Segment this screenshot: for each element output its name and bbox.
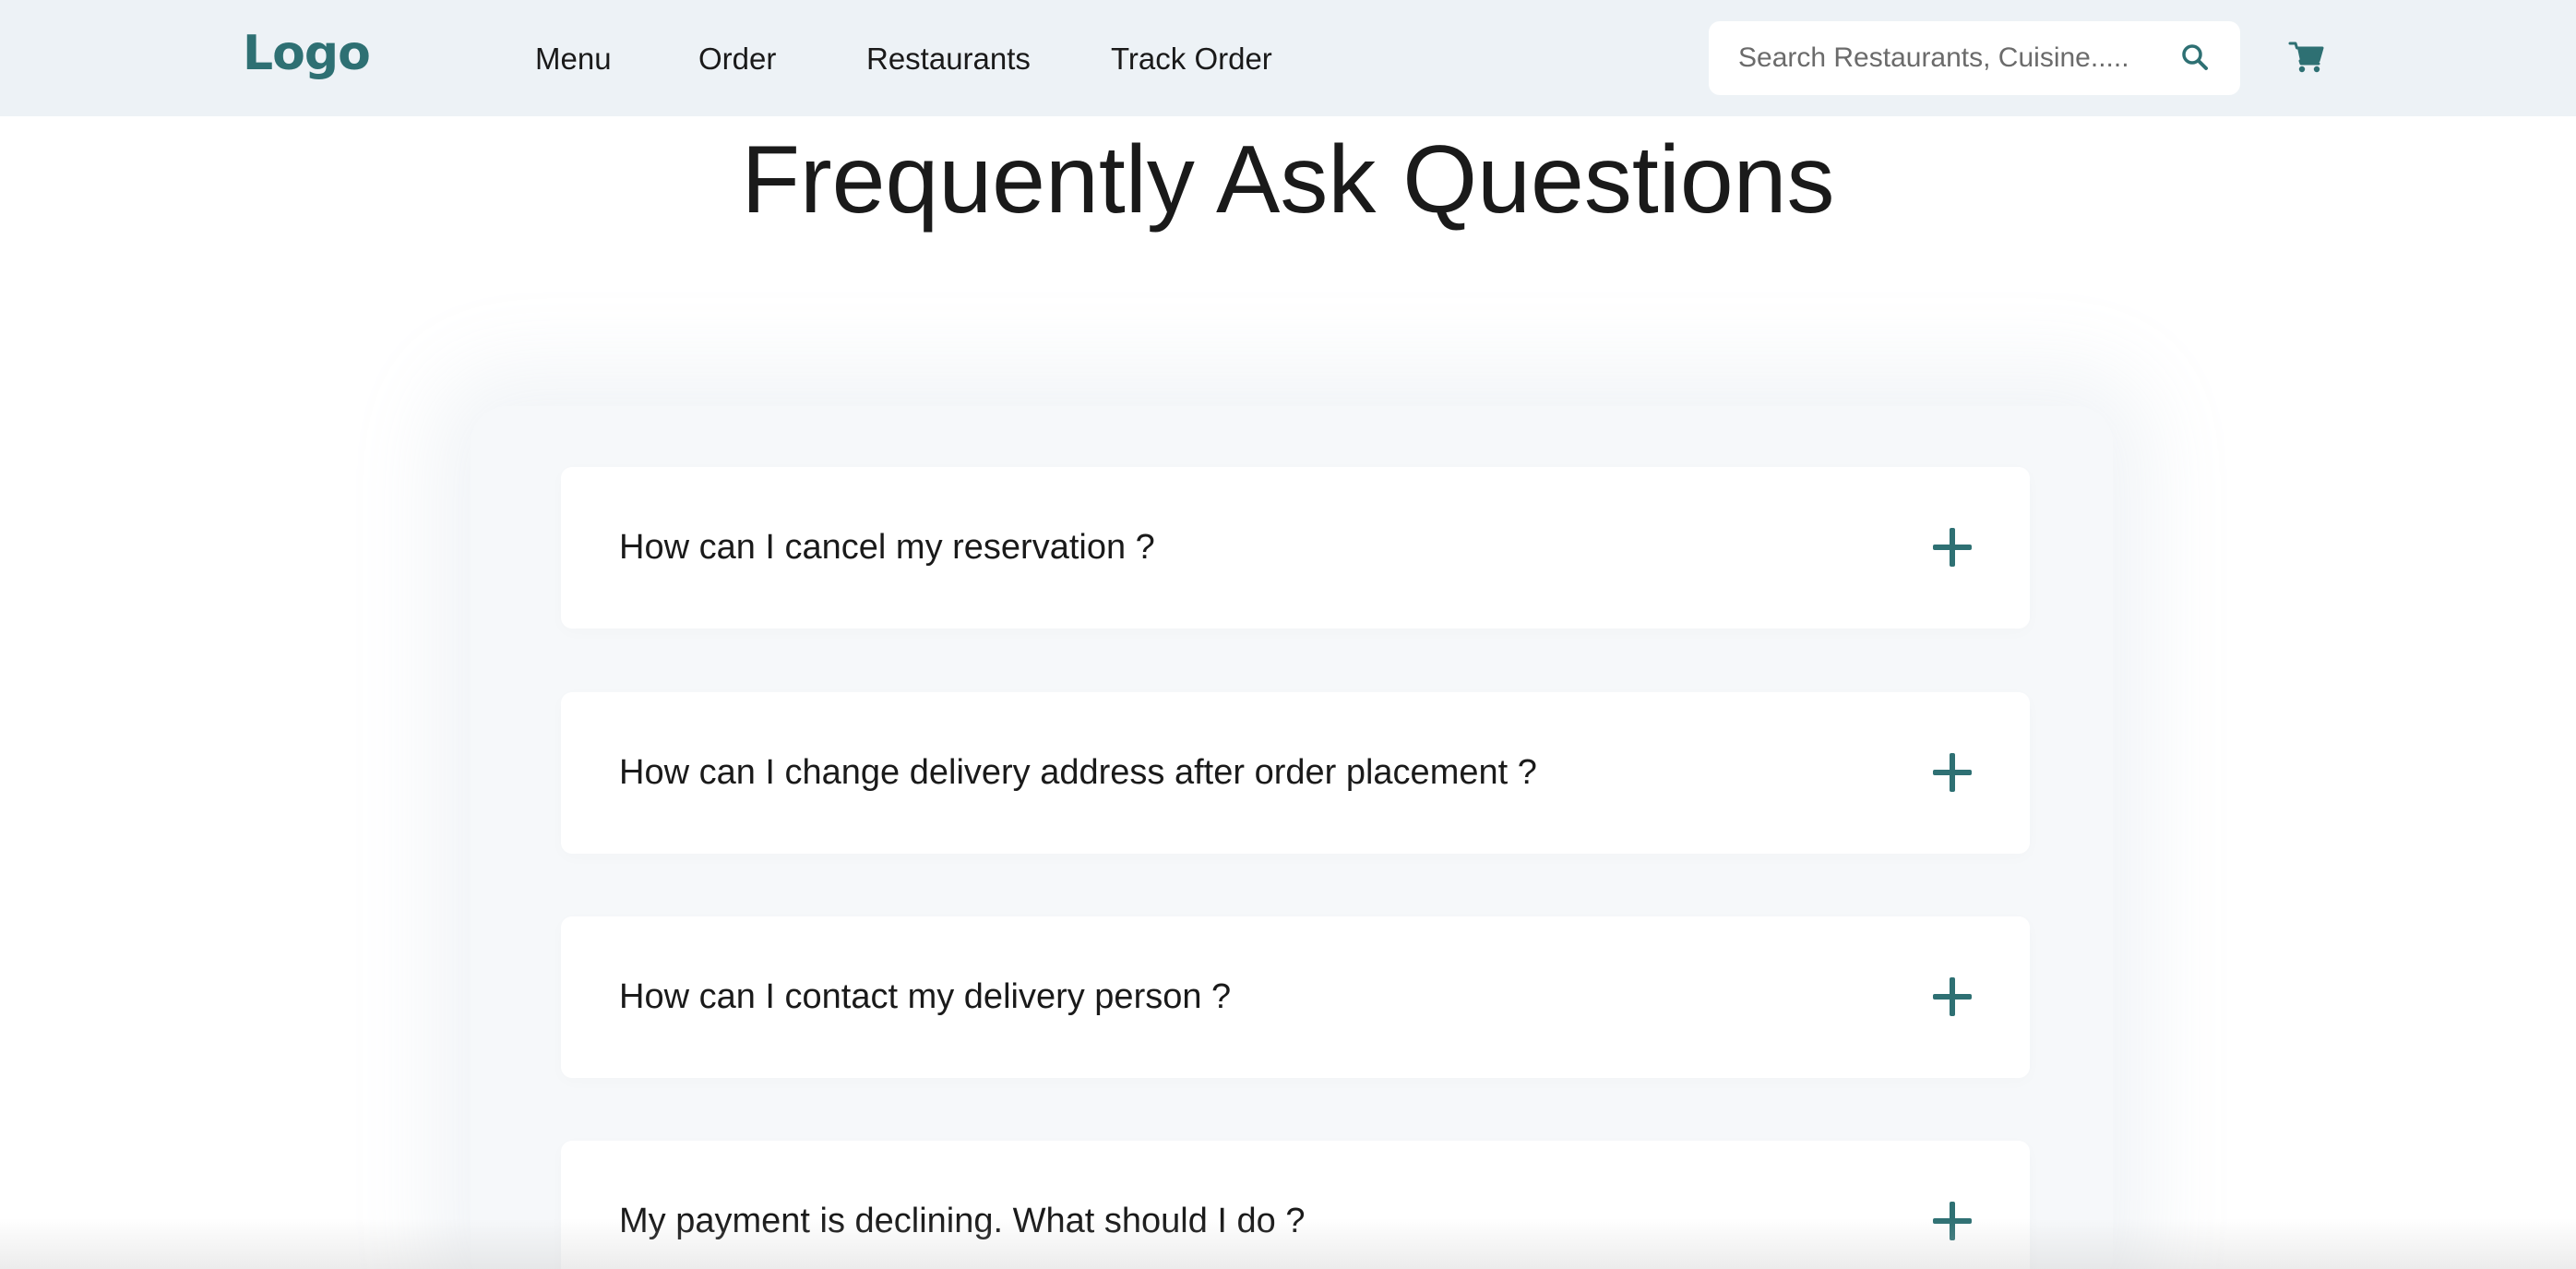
faq-item[interactable]: How can I contact my delivery person ? — [561, 916, 2030, 1078]
search-icon[interactable] — [2180, 42, 2210, 72]
faq-item[interactable]: How can I change delivery address after … — [561, 692, 2030, 854]
nav-link-restaurants[interactable]: Restaurants — [866, 37, 1031, 81]
faq-item[interactable]: My payment is declining. What should I d… — [561, 1141, 2030, 1269]
plus-icon[interactable] — [1933, 528, 1972, 567]
faq-question: How can I contact my delivery person ? — [619, 977, 1232, 1016]
cart-icon[interactable] — [2288, 39, 2325, 76]
search-bar — [1709, 21, 2240, 95]
search-input[interactable] — [1738, 21, 2163, 95]
faq-item[interactable]: How can I cancel my reservation ? — [561, 467, 2030, 629]
plus-icon[interactable] — [1933, 753, 1972, 792]
faq-question: My payment is declining. What should I d… — [619, 1202, 1306, 1240]
logo[interactable]: Logo — [243, 20, 371, 87]
faq-question: How can I cancel my reservation ? — [619, 528, 1155, 567]
nav-link-menu[interactable]: Menu — [535, 37, 612, 81]
nav-link-order[interactable]: Order — [698, 37, 776, 81]
top-navbar: Logo Menu Order Restaurants Track Order — [0, 0, 2576, 116]
nav-link-track-order[interactable]: Track Order — [1111, 37, 1272, 81]
page-title: Frequently Ask Questions — [741, 126, 1835, 233]
plus-icon[interactable] — [1933, 1202, 1972, 1240]
faq-question: How can I change delivery address after … — [619, 753, 1537, 792]
plus-icon[interactable] — [1933, 977, 1972, 1016]
